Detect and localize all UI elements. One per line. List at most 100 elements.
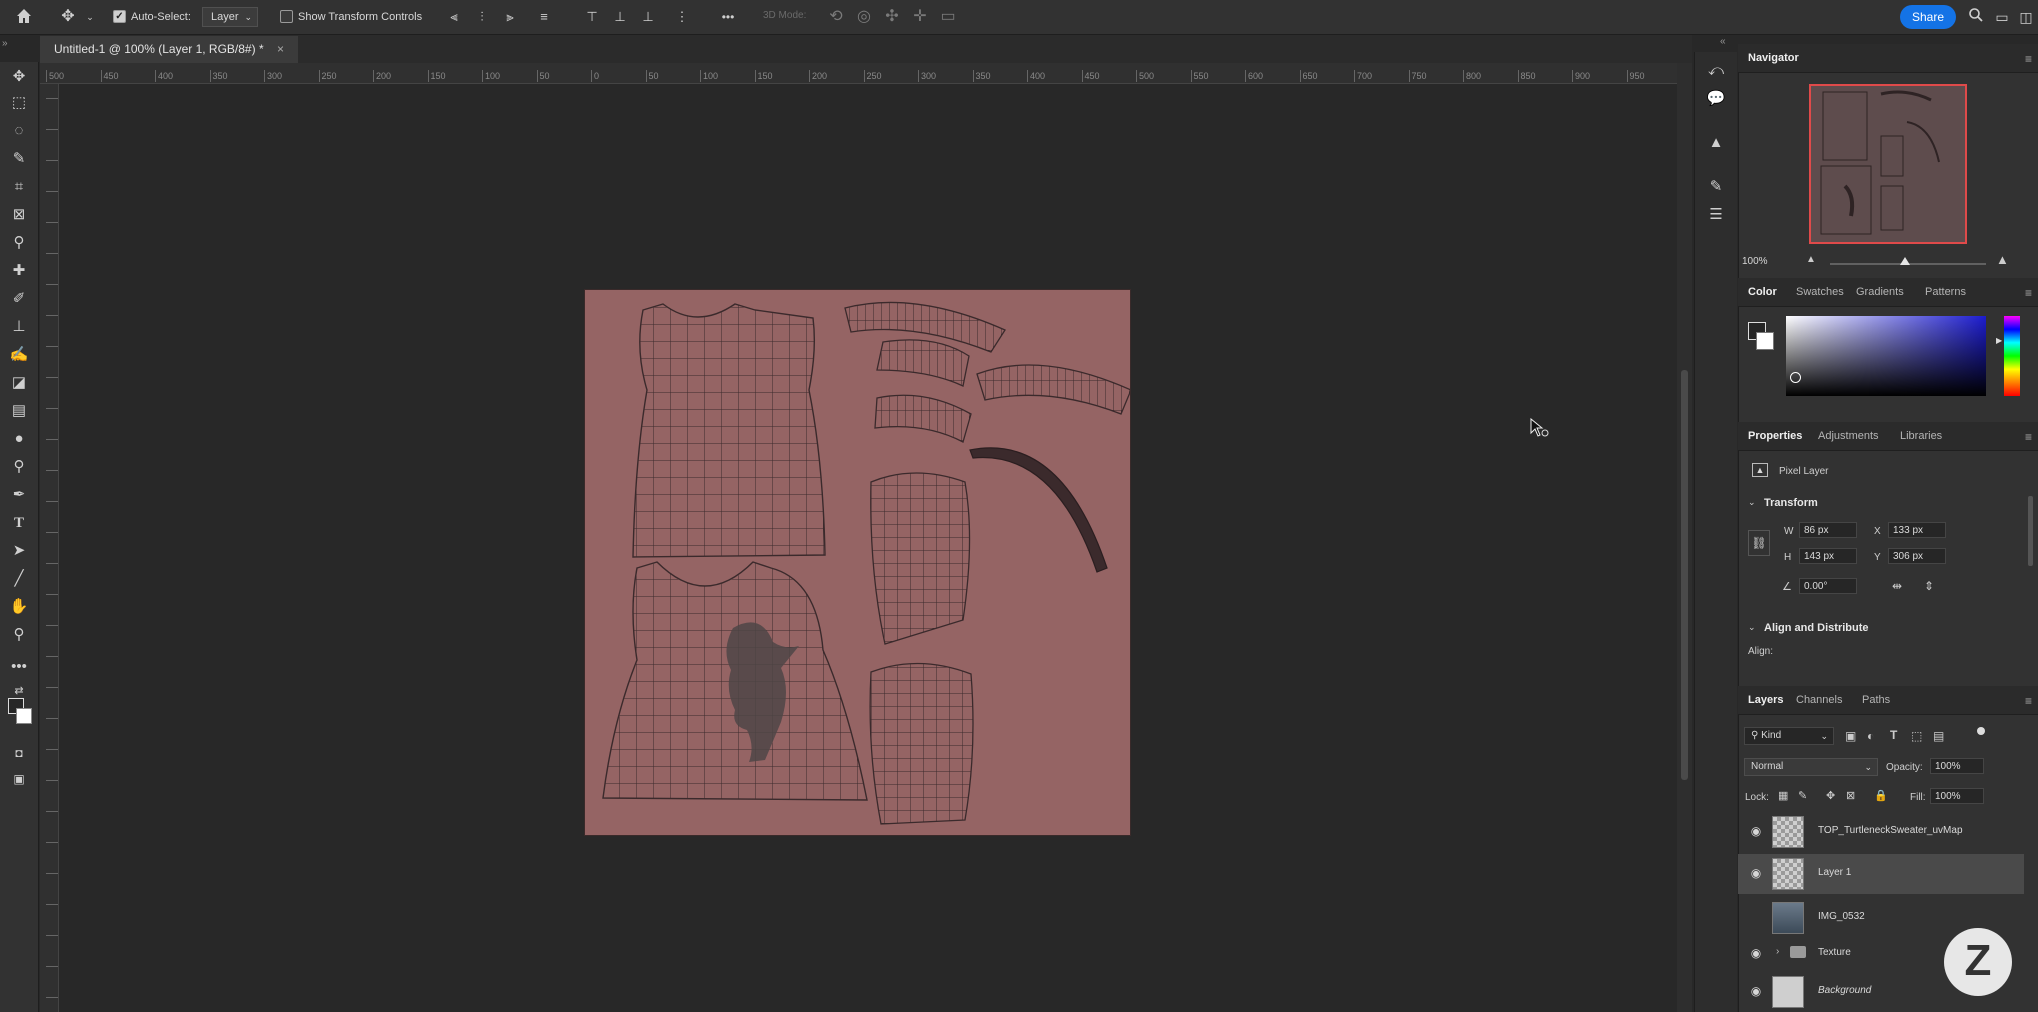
auto-select-checkbox[interactable]	[113, 10, 126, 23]
align-middle-icon[interactable]: ⊥	[610, 7, 630, 27]
brush-settings-icon[interactable]: ✎	[1705, 176, 1727, 198]
lock-transparency-icon[interactable]: ▦	[1778, 789, 1788, 802]
filter-smart-object-icon[interactable]: ▤	[1933, 729, 1944, 743]
bg-color-chip[interactable]	[1756, 332, 1774, 350]
layer-filter-dropdown[interactable]: ⚲ Kind ⌄	[1744, 727, 1834, 745]
history-panel-icon[interactable]: ⤺	[1705, 60, 1727, 82]
angle-field[interactable]: 0.00°	[1799, 578, 1857, 594]
brush-tool-icon[interactable]: ✐	[6, 288, 32, 310]
filter-toggle-icon[interactable]	[1977, 727, 1985, 735]
dodge-tool-icon[interactable]: ⚲	[6, 456, 32, 478]
more-options-icon[interactable]: •••	[718, 7, 738, 27]
collapse-strip-icon[interactable]: «	[1720, 36, 1726, 47]
blur-tool-icon[interactable]: ●	[6, 428, 32, 450]
hue-slider[interactable]	[2004, 316, 2020, 396]
x-field[interactable]: 133 px	[1888, 522, 1946, 538]
histogram-panel-icon[interactable]: ▲	[1705, 132, 1727, 154]
layer-row[interactable]: ◉ TOP_TurtleneckSweater_uvMap	[1738, 812, 2024, 852]
camera-3d-icon[interactable]: ▭	[938, 7, 958, 27]
screen-mode-icon[interactable]: ▣	[6, 768, 32, 790]
collapse-transform-icon[interactable]: ⌄	[1748, 497, 1756, 508]
color-saturation-field[interactable]	[1786, 316, 1986, 396]
eye-icon[interactable]: ◉	[1748, 946, 1764, 962]
filter-pixel-icon[interactable]: ▣	[1845, 729, 1856, 743]
document-tab[interactable]: Untitled-1 @ 100% (Layer 1, RGB/8#) * ×	[40, 36, 298, 63]
width-field[interactable]: 86 px	[1799, 522, 1857, 538]
path-selection-tool-icon[interactable]: ➤	[6, 540, 32, 562]
align-bottom-icon[interactable]: ⊥	[638, 7, 658, 27]
eyedropper-tool-icon[interactable]: ⚲	[6, 232, 32, 254]
document-canvas[interactable]	[585, 290, 1132, 835]
navigator-zoom-value[interactable]: 100%	[1742, 256, 1768, 267]
collapse-toolbar-icon[interactable]: »	[2, 38, 8, 49]
hue-slider-marker[interactable]: ▶	[1996, 336, 2002, 345]
filter-shape-icon[interactable]: ⬚	[1911, 729, 1922, 743]
tab-patterns[interactable]: Patterns	[1925, 278, 1966, 306]
zoom-tool-icon[interactable]: ⚲	[6, 624, 32, 646]
background-color-swatch[interactable]	[16, 708, 32, 724]
frame-tool-icon[interactable]: ⊠	[6, 204, 32, 226]
tab-channels[interactable]: Channels	[1796, 686, 1842, 714]
distribute-vertical-icon[interactable]: ⋮	[672, 7, 692, 27]
align-right-icon[interactable]: ⫸	[500, 7, 520, 27]
workspace-icon[interactable]: ▭	[1992, 7, 2012, 27]
chevron-right-icon[interactable]: ›	[1776, 946, 1779, 957]
filter-type-icon[interactable]: T	[1890, 728, 1897, 742]
tab-gradients[interactable]: Gradients	[1856, 278, 1904, 306]
fill-field[interactable]: 100%	[1930, 788, 1984, 804]
flip-vertical-icon[interactable]: ⇕	[1924, 579, 1934, 593]
tab-libraries[interactable]: Libraries	[1900, 422, 1942, 450]
tab-adjustments[interactable]: Adjustments	[1818, 422, 1879, 450]
panel-menu-icon[interactable]: ≡	[2025, 430, 2032, 444]
y-field[interactable]: 306 px	[1888, 548, 1946, 564]
navigator-preview[interactable]	[1809, 84, 1967, 244]
align-left-icon[interactable]: ⫷	[444, 7, 464, 27]
more-tools-icon[interactable]: •••	[6, 656, 32, 678]
auto-select-dropdown[interactable]: Layer ⌄	[202, 7, 258, 27]
distribute-icon[interactable]: ≡	[534, 7, 554, 27]
properties-scrollbar[interactable]	[2028, 496, 2033, 566]
quick-mask-icon[interactable]: ◘	[6, 742, 32, 764]
slide-3d-icon[interactable]: ✛	[910, 7, 930, 27]
opacity-field[interactable]: 100%	[1930, 758, 1984, 774]
drag-3d-icon[interactable]: ✣	[882, 7, 902, 27]
tab-paths[interactable]: Paths	[1862, 686, 1890, 714]
marquee-tool-icon[interactable]: ⬚	[6, 92, 32, 114]
filter-adjustment-icon[interactable]: ◐	[1867, 729, 1874, 743]
adjustments-panel-icon[interactable]: ☰	[1705, 204, 1727, 226]
align-center-icon[interactable]: ⫶	[472, 7, 492, 27]
chevron-down-icon[interactable]: ⌄	[80, 7, 100, 27]
scrollbar-thumb[interactable]	[1681, 370, 1688, 780]
line-tool-icon[interactable]: ╱	[6, 568, 32, 590]
crop-tool-icon[interactable]: ⌗	[6, 176, 32, 198]
tab-layers[interactable]: Layers	[1748, 686, 1783, 714]
align-top-icon[interactable]: ⊤	[582, 7, 602, 27]
healing-brush-tool-icon[interactable]: ✚	[6, 260, 32, 282]
orbit-3d-icon[interactable]: ⟲	[826, 7, 846, 27]
eye-icon[interactable]: ◉	[1748, 866, 1764, 882]
lock-pixels-icon[interactable]: ✎	[1798, 789, 1807, 802]
panels-toggle-icon[interactable]: ◫	[2016, 7, 2036, 27]
panel-menu-icon[interactable]: ≡	[2025, 694, 2032, 708]
color-picker-handle[interactable]	[1790, 372, 1801, 383]
panel-menu-icon[interactable]: ≡	[2025, 52, 2032, 66]
panel-menu-icon[interactable]: ≡	[2025, 286, 2032, 300]
height-field[interactable]: 143 px	[1799, 548, 1857, 564]
move-tool-icon[interactable]: ✥	[58, 7, 78, 27]
tab-swatches[interactable]: Swatches	[1796, 278, 1844, 306]
tab-navigator[interactable]: Navigator	[1748, 44, 1799, 72]
show-transform-toggle[interactable]: Show Transform Controls	[280, 10, 422, 23]
eraser-tool-icon[interactable]: ◪	[6, 372, 32, 394]
type-tool-icon[interactable]: T	[6, 512, 32, 534]
zoom-slider-handle[interactable]	[1900, 257, 1910, 265]
zoom-out-icon[interactable]: ▲	[1806, 254, 1816, 265]
clone-stamp-tool-icon[interactable]: ⊥	[6, 316, 32, 338]
eye-icon[interactable]: ◉	[1748, 984, 1764, 1000]
comments-panel-icon[interactable]: 💬	[1705, 88, 1727, 110]
search-icon[interactable]	[1966, 7, 1986, 27]
eye-icon[interactable]: ◉	[1748, 824, 1764, 840]
quick-selection-tool-icon[interactable]: ✎	[6, 148, 32, 170]
tab-color[interactable]: Color	[1748, 278, 1777, 306]
lock-position-icon[interactable]: ✥	[1826, 789, 1835, 802]
close-tab-icon[interactable]: ×	[277, 42, 284, 56]
